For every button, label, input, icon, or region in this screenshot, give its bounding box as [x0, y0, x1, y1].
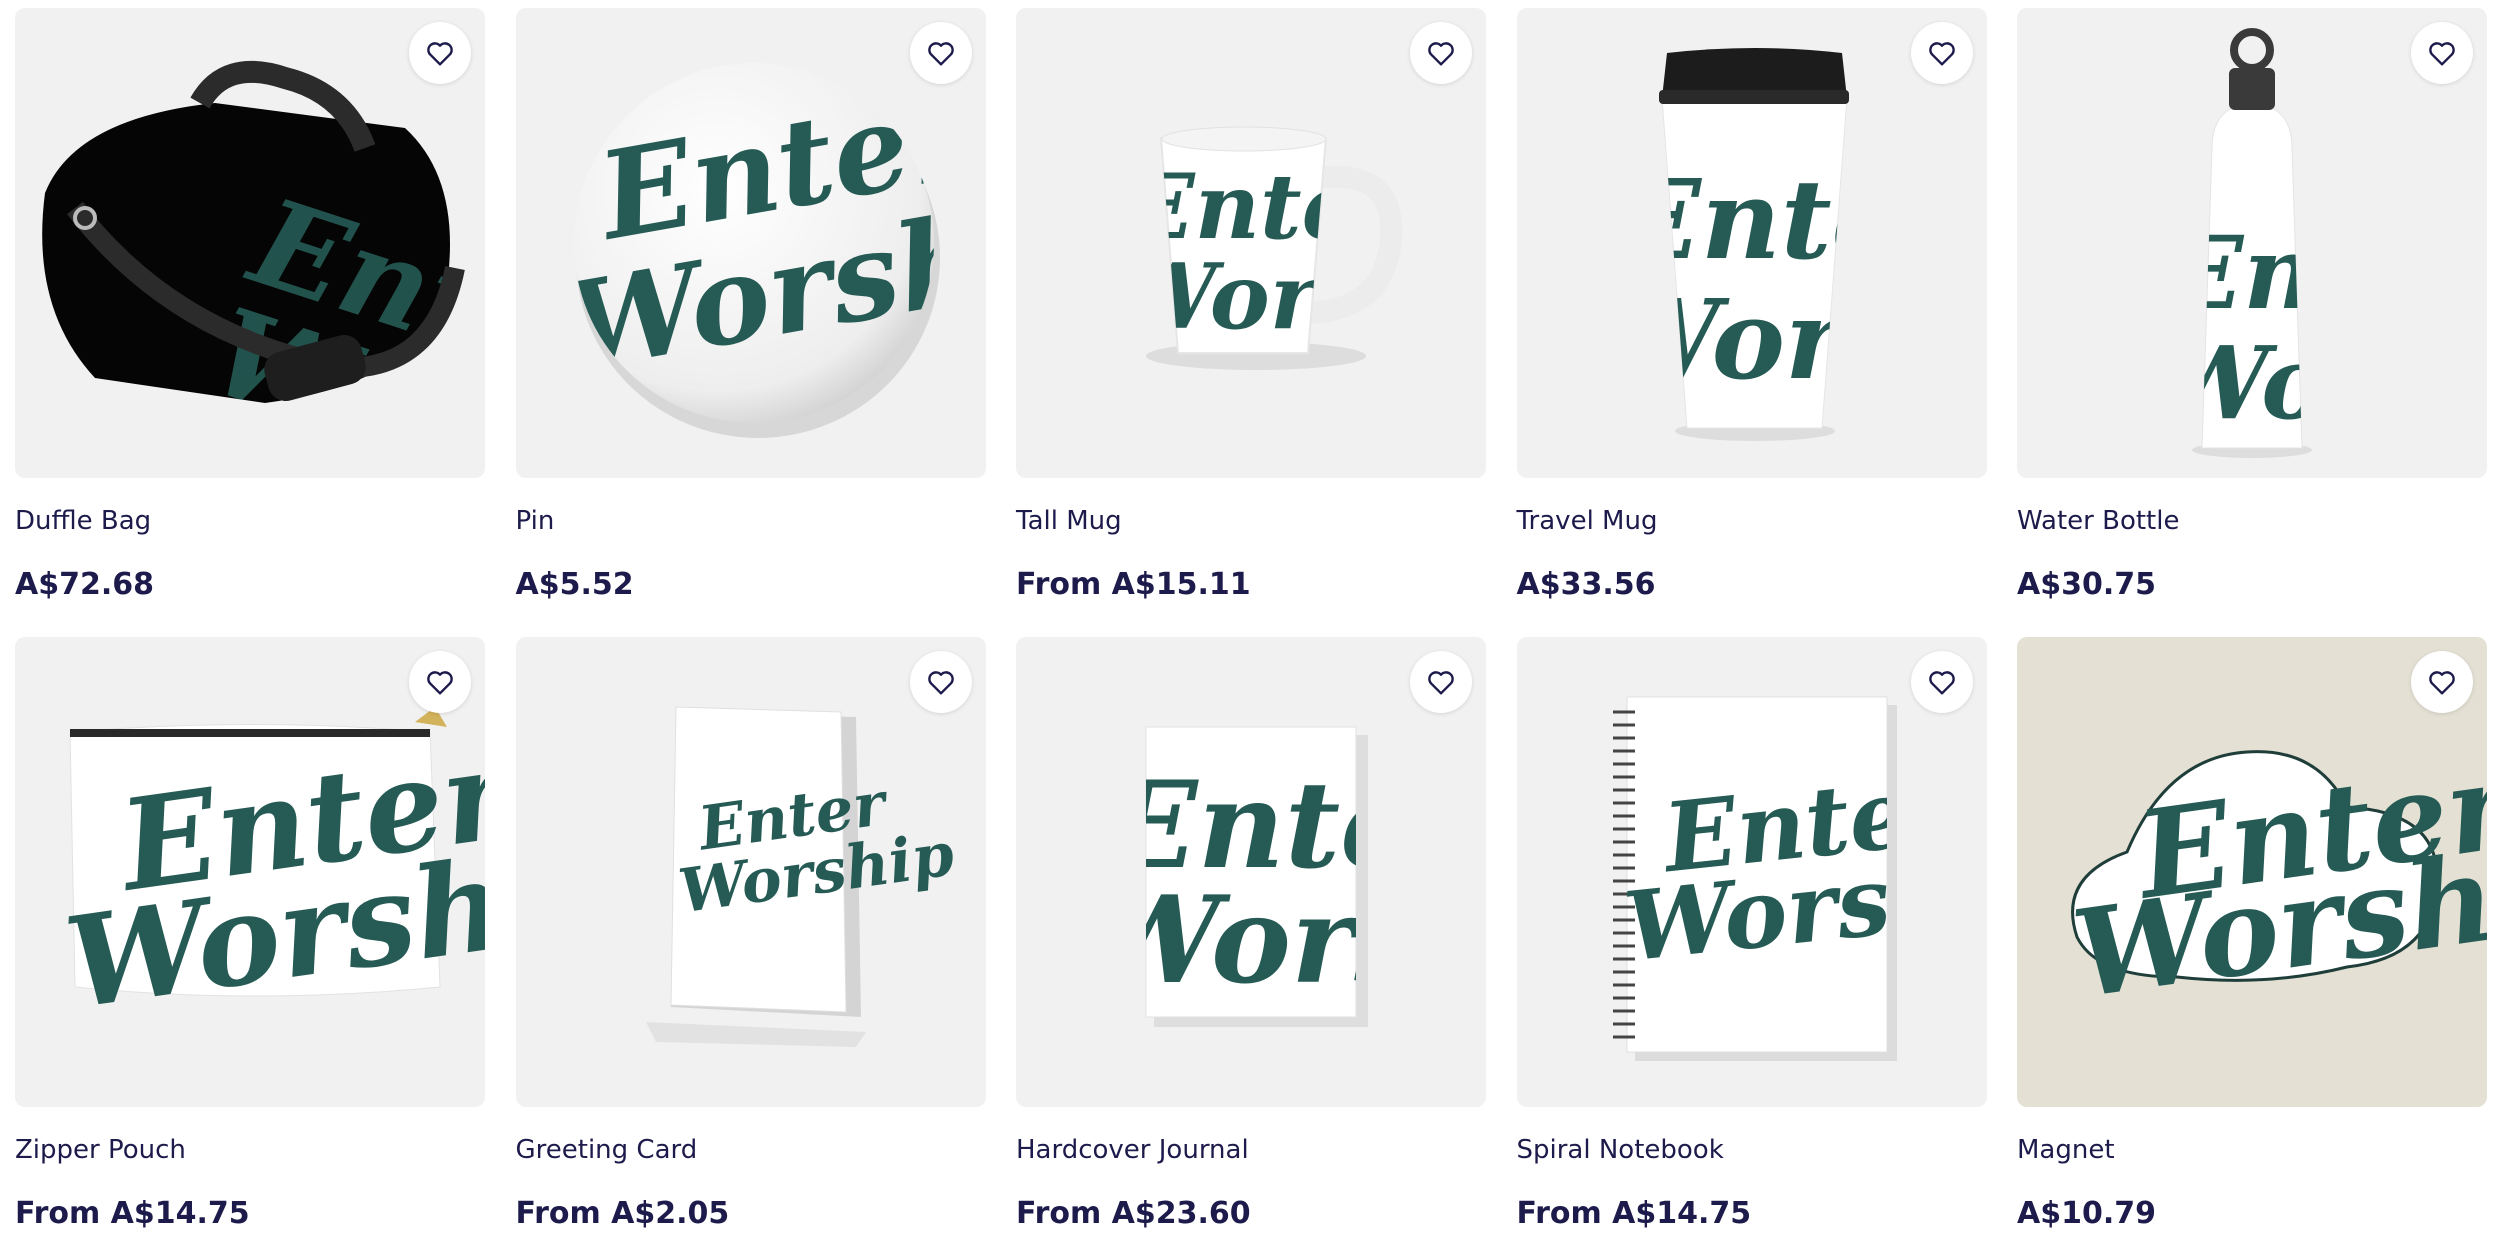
product-name[interactable]: Magnet: [2017, 1134, 2487, 1166]
product-card-spiral-notebook[interactable]: Enter Worship Spiral Notebook From A$14.…: [1516, 637, 1987, 1232]
product-card-duffle-bag[interactable]: Enter Worship Duffle Bag A$72.68: [15, 8, 485, 603]
product-card-travel-mug[interactable]: Enter Worship Travel Mug A$33.56: [1516, 8, 1987, 603]
product-price: A$33.56: [1516, 567, 1656, 602]
svg-text:Enter: Enter: [1614, 155, 1967, 284]
favorite-button[interactable]: [1410, 651, 1472, 713]
favorite-button[interactable]: [909, 22, 972, 84]
svg-text:Worship: Worship: [2157, 324, 2487, 442]
heart-outline-icon: [1928, 671, 1955, 695]
heart-outline-icon: [927, 671, 954, 695]
product-image[interactable]: Enter Worship: [2017, 637, 2487, 1107]
svg-text:Worship: Worship: [1116, 244, 1486, 350]
heart-outline-icon: [1928, 42, 1955, 66]
favorite-button[interactable]: [909, 651, 972, 713]
product-price: A$72.68: [15, 567, 154, 602]
product-card-tall-mug[interactable]: Enter Worship Tall Mug From A$15.11: [1016, 8, 1486, 603]
product-card-zipper-pouch[interactable]: Enter Worship Zipper Pouch From A$14.75: [15, 637, 485, 1232]
product-card-pin[interactable]: Enter Worship Pin A$5.52: [515, 8, 986, 603]
product-image[interactable]: Enter Worship: [15, 637, 485, 1107]
pin-image: Enter Worship: [573, 63, 940, 438]
product-card-greeting-card[interactable]: Enter Worship Greeting Card From A$2.05: [515, 637, 986, 1232]
favorite-button[interactable]: [1910, 651, 1973, 713]
heart-outline-icon: [1428, 42, 1454, 66]
product-price: A$10.79: [2017, 1196, 2156, 1231]
product-image[interactable]: Enter Worship: [15, 8, 485, 478]
product-price: A$30.75: [2017, 567, 2156, 602]
product-price: From A$14.75: [15, 1196, 250, 1231]
product-price: From A$23.60: [1016, 1196, 1251, 1231]
duffle-bag-image: Enter Worship: [42, 60, 465, 403]
product-image[interactable]: Enter Worship: [1016, 637, 1486, 1107]
product-price: From A$14.75: [1516, 1196, 1752, 1231]
svg-text:Worship: Worship: [1086, 870, 1486, 1011]
water-bottle-image: Enter Worship: [2157, 28, 2487, 458]
heart-outline-icon: [1428, 671, 1454, 695]
product-name[interactable]: Greeting Card: [516, 1134, 986, 1166]
favorite-button[interactable]: [409, 22, 471, 84]
heart-outline-icon: [927, 42, 954, 66]
heart-outline-icon: [427, 42, 453, 66]
hardcover-journal-image: Enter Worship: [1086, 726, 1486, 1027]
product-name[interactable]: Duffle Bag: [15, 505, 485, 537]
product-name[interactable]: Travel Mug: [1517, 505, 1987, 537]
greeting-card-image: Enter Worship: [645, 706, 958, 1047]
heart-outline-icon: [2429, 671, 2455, 695]
product-name[interactable]: Tall Mug: [1016, 505, 1486, 537]
heart-outline-icon: [2429, 42, 2455, 66]
favorite-button[interactable]: [409, 651, 471, 713]
product-card-water-bottle[interactable]: Enter Worship Water Bottle A$30.75: [2017, 8, 2487, 603]
product-name[interactable]: Pin: [516, 505, 986, 537]
product-price: From A$15.11: [1016, 567, 1251, 602]
product-name[interactable]: Spiral Notebook: [1517, 1134, 1987, 1166]
product-grid: Enter Worship Duffle Bag A$72.68: [15, 8, 2487, 1232]
favorite-button[interactable]: [2411, 651, 2473, 713]
product-name[interactable]: Zipper Pouch: [15, 1134, 485, 1166]
product-name[interactable]: Hardcover Journal: [1016, 1134, 1486, 1166]
zipper-pouch-image: Enter Worship: [58, 707, 485, 1037]
product-image[interactable]: Enter Worship: [515, 637, 986, 1107]
product-image[interactable]: Enter Worship: [2017, 8, 2487, 478]
travel-mug-image: Enter Worship: [1597, 48, 1987, 441]
favorite-button[interactable]: [2411, 22, 2473, 84]
product-image[interactable]: Enter Worship: [515, 8, 986, 478]
magnet-image: Enter Worship: [2065, 734, 2487, 1026]
product-image[interactable]: Enter Worship: [1516, 637, 1987, 1107]
heart-outline-icon: [427, 671, 453, 695]
product-image[interactable]: Enter Worship: [1016, 8, 1486, 478]
product-name[interactable]: Water Bottle: [2017, 505, 2487, 537]
tall-mug-image: Enter Worship: [1116, 126, 1486, 370]
product-image[interactable]: Enter Worship: [1516, 8, 1987, 478]
product-price: A$5.52: [515, 567, 634, 602]
product-price: From A$2.05: [515, 1196, 730, 1231]
product-card-magnet[interactable]: Enter Worship Magnet A$10.79: [2017, 637, 2487, 1232]
svg-text:Enter: Enter: [2164, 214, 2485, 332]
favorite-button[interactable]: [1910, 22, 1973, 84]
favorite-button[interactable]: [1410, 22, 1472, 84]
svg-text:Worship: Worship: [1597, 275, 1987, 404]
product-card-hardcover-journal[interactable]: Enter Worship Hardcover Journal From A$2…: [1016, 637, 1486, 1232]
spiral-notebook-image: Enter Worship: [1612, 696, 1897, 1061]
